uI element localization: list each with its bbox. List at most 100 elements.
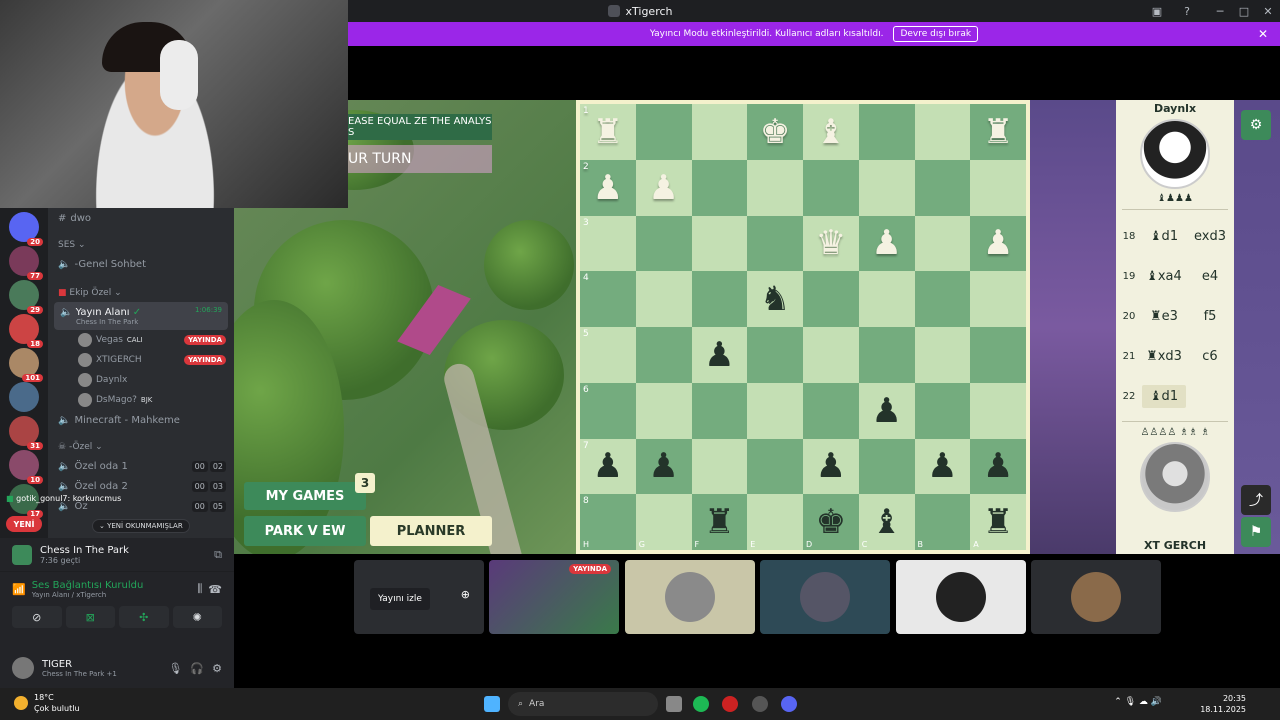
board-square[interactable]: [803, 271, 859, 327]
server-icon[interactable]: 20: [9, 212, 43, 246]
move-row[interactable]: 18 ♝d1 exd3: [1116, 216, 1234, 256]
board-square[interactable]: [747, 215, 803, 272]
search-box[interactable]: ⌕ Ara: [508, 692, 658, 716]
piece-square[interactable]: ♟: [858, 382, 915, 439]
board-square[interactable]: 6: [580, 382, 636, 439]
park-view-button[interactable]: PARK V EW: [244, 516, 366, 546]
board-square[interactable]: [858, 438, 915, 495]
new-badge[interactable]: YENİ: [6, 516, 42, 532]
board-square[interactable]: [914, 327, 971, 383]
activities-button[interactable]: ✣: [119, 606, 169, 628]
board-square[interactable]: [635, 271, 692, 327]
minimize-button[interactable]: ─: [1208, 0, 1232, 22]
channel-yayin-alani[interactable]: 🔈 Yayın Alanı ✓ Chess In The Park 1:06:3…: [54, 302, 228, 330]
channel-ozel-oda-2[interactable]: 🔈 Özel oda 2 00 03: [48, 476, 234, 496]
chess-board[interactable]: ♜ 1 ♚ ♝ ♜ ♟ 2 ♟ 3 ♛ ♟ ♟ 4 ♞ 5 ♟ 6 ♟ ♟ 7 ♟ ♟ ♟ ♟ 8 H G ♜ F E ♚ D ♝ C B ♜ A: [580, 104, 1026, 550]
soundboard-button[interactable]: ✺: [172, 606, 222, 628]
camera-off-button[interactable]: ⊘: [12, 606, 62, 628]
board-square[interactable]: [691, 104, 748, 160]
board-square[interactable]: [858, 271, 915, 327]
piece-square[interactable]: ♚: [747, 104, 803, 160]
settings-icon[interactable]: ⚙: [212, 662, 222, 675]
board-square[interactable]: [747, 382, 803, 439]
piece-square[interactable]: ♜ A: [970, 494, 1026, 550]
board-square[interactable]: [970, 271, 1026, 327]
board-square[interactable]: [635, 104, 692, 160]
board-square[interactable]: B: [914, 494, 971, 550]
tile-participant-2[interactable]: [760, 560, 890, 634]
board-square[interactable]: [914, 159, 971, 216]
piece-square[interactable]: ♟: [914, 438, 971, 495]
board-square[interactable]: G: [635, 494, 692, 550]
server-icon[interactable]: 31: [9, 416, 43, 450]
board-square[interactable]: [635, 327, 692, 383]
avatar[interactable]: [12, 657, 34, 679]
board-square[interactable]: [691, 438, 748, 495]
piece-square[interactable]: ♟: [635, 438, 692, 495]
piece-square[interactable]: ♜ 1: [580, 104, 636, 160]
board-square[interactable]: [858, 327, 915, 383]
board-square[interactable]: [747, 327, 803, 383]
close-button[interactable]: ✕: [1256, 0, 1280, 22]
tile-stream-preview[interactable]: YAYINDA: [489, 560, 619, 634]
board-square[interactable]: 3: [580, 215, 636, 272]
piece-square[interactable]: ♟: [691, 327, 748, 383]
tray-icons[interactable]: ⌃ 🎙 ☁ 🔊: [1114, 697, 1162, 707]
piece-square[interactable]: ♞: [747, 271, 803, 327]
board-square[interactable]: [747, 159, 803, 216]
board-square[interactable]: [858, 104, 915, 160]
board-square[interactable]: [691, 382, 748, 439]
server-icon[interactable]: 29: [9, 280, 43, 314]
disconnect-icon[interactable]: ☎: [208, 583, 222, 596]
tile-participant-3[interactable]: [896, 560, 1026, 634]
headphones-icon[interactable]: 🎧: [190, 662, 204, 675]
spotify-icon[interactable]: [693, 696, 709, 712]
my-games-button[interactable]: MY GAMES: [244, 482, 366, 510]
board-square[interactable]: [803, 327, 859, 383]
board-square[interactable]: [914, 382, 971, 439]
clock[interactable]: 20:35 18.11.2025: [1200, 693, 1246, 715]
voice-user[interactable]: DsMago? BJK: [48, 390, 234, 410]
piece-square[interactable]: ♟ 7: [580, 438, 636, 495]
board-square[interactable]: [635, 382, 692, 439]
channel-partial[interactable]: # dwo: [48, 208, 234, 228]
board-square[interactable]: [914, 271, 971, 327]
close-notice-icon[interactable]: ✕: [1258, 27, 1268, 41]
piece-square[interactable]: ♟: [635, 159, 692, 216]
voice-user[interactable]: Daynlx: [48, 370, 234, 390]
board-square[interactable]: E: [747, 494, 803, 550]
piece-square[interactable]: ♟: [970, 215, 1026, 272]
server-icon[interactable]: [9, 382, 39, 412]
channel-genel-sohbet[interactable]: 🔈 -Genel Sohbet: [48, 254, 234, 274]
help-icon[interactable]: ?: [1179, 3, 1195, 19]
board-square[interactable]: [747, 438, 803, 495]
piece-square[interactable]: ♚ D: [803, 494, 859, 550]
board-square[interactable]: [914, 104, 971, 160]
server-icon[interactable]: 18: [9, 314, 43, 348]
tile-participant-4[interactable]: [1031, 560, 1161, 634]
server-icon[interactable]: 10: [9, 450, 43, 484]
piece-square[interactable]: ♛: [803, 215, 859, 272]
move-row[interactable]: 19 ♝xa4 e4: [1116, 256, 1234, 296]
board-square[interactable]: [970, 327, 1026, 383]
board-square[interactable]: [691, 159, 748, 216]
channel-minecraft[interactable]: 🔈 Minecraft - Mahkeme: [48, 410, 234, 430]
category-ozel[interactable]: ☠ -Özel ⌄: [48, 438, 234, 456]
move-row[interactable]: 21 ♜xd3 c6: [1116, 336, 1234, 376]
noise-icon[interactable]: ⫼: [197, 582, 202, 596]
board-square[interactable]: [635, 215, 692, 272]
inbox-icon[interactable]: ▣: [1149, 3, 1165, 19]
unread-pill[interactable]: ⌄ YENİ OKUNMAMIŞLAR: [92, 519, 190, 533]
board-square[interactable]: [803, 159, 859, 216]
board-square[interactable]: [970, 382, 1026, 439]
piece-square[interactable]: ♝: [803, 104, 859, 160]
board-square[interactable]: [803, 382, 859, 439]
maximize-button[interactable]: □: [1232, 0, 1256, 22]
board-square[interactable]: 8H: [580, 494, 636, 550]
voice-user[interactable]: Vegas CALI YAYINDA: [48, 330, 234, 350]
mic-icon[interactable]: 🎙: [168, 662, 182, 675]
flag-icon[interactable]: ⚑: [1241, 517, 1271, 547]
share-icon[interactable]: ⤴: [1241, 485, 1271, 515]
piece-square[interactable]: ♟: [970, 438, 1026, 495]
disable-streamer-mode-button[interactable]: Devre dışı bırak: [893, 26, 979, 42]
